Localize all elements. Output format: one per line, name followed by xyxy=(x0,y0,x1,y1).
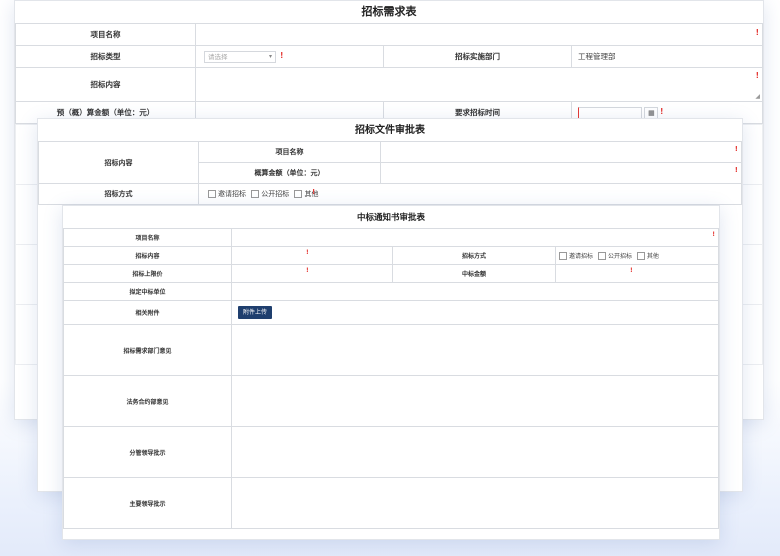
checkbox-public[interactable] xyxy=(251,190,260,198)
required-mark: ! xyxy=(312,188,316,196)
award-content-label: 招标内容 xyxy=(63,246,232,265)
supervising-leader-input[interactable] xyxy=(231,426,719,478)
doc-project-name-label: 项目名称 xyxy=(198,141,381,163)
award-method-options: 邀请招标 公开招标 其他 xyxy=(555,246,719,265)
legal-dept-opinion-label: 法务合约部意见 xyxy=(63,375,232,427)
project-name-input[interactable]: ! xyxy=(195,23,763,46)
approval-forms-stage: 招标需求表 项目名称 ! 招标类型 请选择 ▾ ! 招标实施部门 工程管理部 招… xyxy=(0,0,780,556)
resize-handle-icon[interactable]: ◢ xyxy=(755,93,760,100)
department-value[interactable]: 工程管理部 xyxy=(571,45,763,68)
award-notice-title: 中标通知书审批表 xyxy=(356,213,425,223)
option-other-label: 其他 xyxy=(646,253,659,260)
required-mark: ! xyxy=(755,71,759,80)
content-textarea[interactable]: ! ◢ xyxy=(195,67,763,102)
option-public-label: 公开招标 xyxy=(261,190,290,198)
doc-budget-label: 概算金额（单位：元） xyxy=(198,162,381,184)
doc-project-name-input[interactable]: ! xyxy=(380,141,742,163)
winner-label: 拟定中标单位 xyxy=(63,282,232,301)
award-notice-sheet: 中标通知书审批表 项目名称 ! 招标内容 ! 招标方式 邀请招标 公开招标 其他 xyxy=(62,205,720,540)
option-public-label: 公开招标 xyxy=(607,253,632,260)
chief-leader-label: 主要领导批示 xyxy=(63,477,232,529)
checkbox-invite[interactable] xyxy=(208,190,216,198)
type-cell: 请选择 ▾ ! xyxy=(195,45,384,68)
type-label: 招标类型 xyxy=(15,45,196,68)
required-mark: ! xyxy=(712,231,715,238)
award-project-name-label: 项目名称 xyxy=(63,228,232,247)
attachment-cell: 附件上传 xyxy=(231,300,719,325)
award-amount-input[interactable]: ! xyxy=(555,264,719,283)
required-mark: ! xyxy=(306,267,309,274)
department-label: 招标实施部门 xyxy=(383,45,572,68)
project-name-label: 项目名称 xyxy=(15,23,196,46)
chevron-down-icon: ▾ xyxy=(268,52,272,60)
winner-input[interactable] xyxy=(231,282,719,301)
required-mark: ! xyxy=(630,267,633,274)
award-notice-table: 项目名称 ! 招标内容 ! 招标方式 邀请招标 公开招标 其他 招标上限价 ! … xyxy=(63,228,719,529)
date-input[interactable] xyxy=(578,106,642,119)
required-mark: ! xyxy=(660,107,664,116)
demand-dept-opinion-input[interactable] xyxy=(231,324,719,376)
award-method-label: 招标方式 xyxy=(392,246,556,265)
checkbox-invite[interactable] xyxy=(559,251,567,260)
document-approval-title: 招标文件审批表 xyxy=(355,125,425,136)
doc-content-label: 招标内容 xyxy=(38,141,199,184)
demand-form-title: 招标需求表 xyxy=(361,5,417,18)
demand-form-table: 项目名称 ! 招标类型 请选择 ▾ ! 招标实施部门 工程管理部 招标内容 ! … xyxy=(15,23,763,124)
document-approval-table: 招标内容 项目名称 ! 概算金额（单位：元） ! 招标方式 邀请招标 公开招标 … xyxy=(38,141,742,205)
required-mark: ! xyxy=(306,249,309,256)
demand-dept-opinion-label: 招标需求部门意见 xyxy=(63,324,232,376)
legal-dept-opinion-input[interactable] xyxy=(231,375,719,427)
checkbox-public[interactable] xyxy=(597,251,606,260)
upload-attachment-button[interactable]: 附件上传 xyxy=(238,306,273,319)
award-content-input[interactable]: ! xyxy=(231,246,393,265)
option-invite-label: 邀请招标 xyxy=(569,253,594,260)
calendar-icon[interactable]: ▦ xyxy=(644,106,659,119)
chief-leader-input[interactable] xyxy=(231,477,719,529)
ceiling-price-input[interactable]: ! xyxy=(231,264,393,283)
content-label: 招标内容 xyxy=(15,67,196,102)
required-mark: ! xyxy=(734,145,738,153)
required-mark: ! xyxy=(755,28,759,37)
award-project-name-input[interactable]: ! xyxy=(231,228,719,247)
supervising-leader-label: 分管领导批示 xyxy=(63,426,232,478)
doc-method-label: 招标方式 xyxy=(38,183,199,205)
type-select[interactable]: 请选择 ▾ xyxy=(204,50,276,63)
ceiling-price-label: 招标上限价 xyxy=(63,264,232,283)
doc-method-options: 邀请招标 公开招标 其他 ! xyxy=(198,183,742,205)
checkbox-other[interactable] xyxy=(636,251,645,260)
required-mark: ! xyxy=(734,166,738,174)
doc-budget-input[interactable]: ! xyxy=(380,162,742,184)
attachment-label: 相关附件 xyxy=(63,300,232,325)
checkbox-other[interactable] xyxy=(294,190,303,198)
award-amount-label: 中标金额 xyxy=(392,264,556,283)
option-invite-label: 邀请招标 xyxy=(218,190,246,198)
required-mark: ! xyxy=(280,51,284,60)
type-select-placeholder: 请选择 xyxy=(208,52,228,61)
